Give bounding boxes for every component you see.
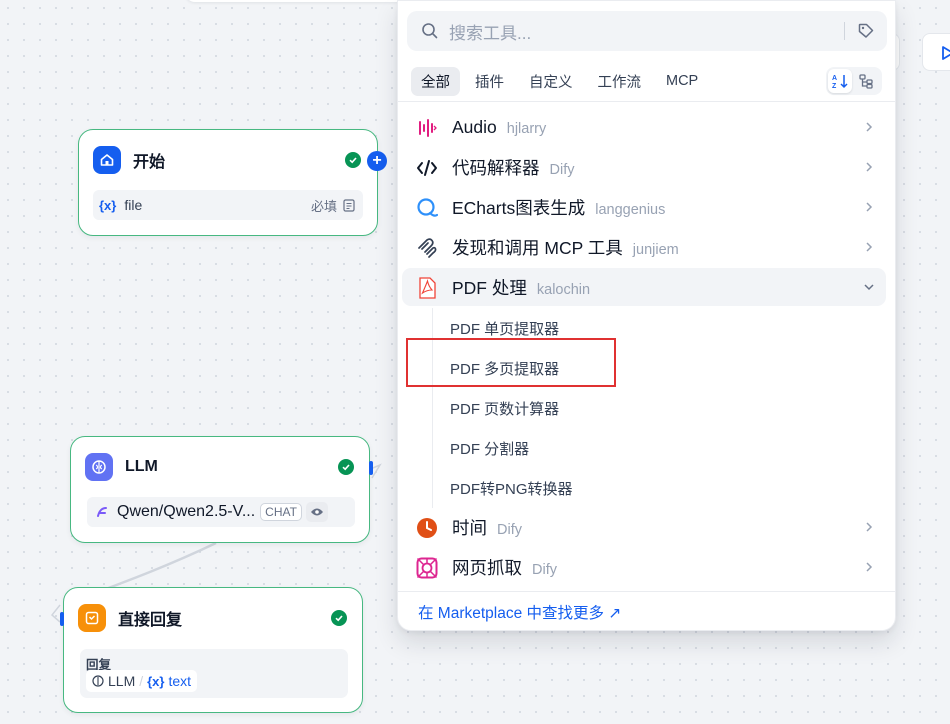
tool-action-pdf-page-count[interactable]: PDF 页数计算器 xyxy=(450,398,559,419)
chevron-right-icon xyxy=(866,522,873,532)
web-scraper-tool-icon xyxy=(416,557,438,579)
tool-name: 代码解释器 xyxy=(452,157,540,178)
chevron-right-icon xyxy=(866,162,873,172)
tool-row-echarts[interactable]: ECharts图表生成 langgenius xyxy=(402,188,886,226)
llm-node-title: LLM xyxy=(125,458,158,475)
model-name: Qwen/Qwen2.5-V... xyxy=(117,503,256,520)
tool-name: 时间 xyxy=(452,517,487,538)
pdf-tool-icon xyxy=(416,277,438,299)
tool-row-pdf[interactable]: PDF 处理 kalochin xyxy=(402,268,886,306)
success-check-icon xyxy=(331,610,347,626)
tool-author: hjlarry xyxy=(506,120,547,137)
variable-icon: {x} xyxy=(147,673,165,689)
ref-node-name: LLM xyxy=(108,673,136,689)
tag-icon[interactable] xyxy=(857,22,875,40)
workflow-canvas[interactable]: 开始 {x} file 必填 + LLM Qwen/Qwen2.5-V... C… xyxy=(0,0,950,724)
tool-action-pdf-single-page[interactable]: PDF 单页提取器 xyxy=(450,318,559,339)
play-icon xyxy=(942,46,950,60)
search-icon xyxy=(422,23,438,39)
output-handle[interactable] xyxy=(369,461,373,475)
tool-author: langgenius xyxy=(595,201,666,218)
answer-icon xyxy=(78,604,106,632)
footer-divider xyxy=(398,591,895,592)
required-label: 必填 xyxy=(310,198,337,214)
search-bar[interactable]: 搜索工具... xyxy=(407,11,887,51)
variable-name: file xyxy=(124,197,143,213)
highlight-box xyxy=(406,338,616,387)
svg-text:Z: Z xyxy=(832,83,837,90)
document-icon xyxy=(343,198,355,212)
tool-author: Dify xyxy=(549,161,575,178)
model-selector[interactable]: Qwen/Qwen2.5-V... CHAT xyxy=(87,497,355,527)
mcp-tool-icon xyxy=(416,237,438,259)
tool-name: ECharts图表生成 xyxy=(452,197,586,218)
chat-mode-badge: CHAT xyxy=(260,503,302,521)
ref-variable-name: text xyxy=(168,673,192,689)
brain-icon xyxy=(85,453,113,481)
variable-reference: LLM / {x} text xyxy=(86,670,198,692)
tool-name: 网页抓取 xyxy=(452,557,522,578)
vision-icon xyxy=(305,502,328,522)
tool-name: PDF 处理 xyxy=(452,277,527,298)
run-button[interactable] xyxy=(922,33,950,71)
tool-row-time[interactable]: 时间 Dify xyxy=(402,508,886,546)
echarts-tool-icon xyxy=(416,197,438,219)
sort-az-icon[interactable]: AZ xyxy=(828,69,852,93)
llm-node[interactable]: LLM Qwen/Qwen2.5-V... CHAT xyxy=(70,436,370,543)
variable-icon: {x} xyxy=(99,197,117,213)
tool-action-pdf-splitter[interactable]: PDF 分割器 xyxy=(450,438,529,459)
answer-node-title: 直接回复 xyxy=(118,612,183,629)
start-node[interactable]: 开始 {x} file 必填 xyxy=(78,129,378,236)
chevron-right-icon xyxy=(866,122,873,132)
clock-tool-icon xyxy=(416,517,438,539)
success-check-icon xyxy=(338,459,354,475)
tool-name: 发现和调用 MCP 工具 xyxy=(452,237,623,258)
svg-text:A: A xyxy=(832,75,837,82)
tool-row-code-interpreter[interactable]: 代码解释器 Dify xyxy=(402,148,886,186)
tool-author: junjiem xyxy=(632,241,679,258)
answer-content-box[interactable]: 回复 LLM / {x} text xyxy=(80,649,348,698)
tab-custom[interactable]: 自定义 xyxy=(519,67,583,96)
tab-mcp[interactable]: MCP xyxy=(656,69,708,93)
code-tool-icon xyxy=(416,157,438,179)
input-handle[interactable] xyxy=(60,612,64,626)
model-provider-icon xyxy=(97,507,107,517)
tool-row-mcp[interactable]: 发现和调用 MCP 工具 junjiem xyxy=(402,228,886,266)
tool-name: Audio xyxy=(452,116,497,137)
tab-workflow[interactable]: 工作流 xyxy=(588,67,652,96)
chevron-right-icon xyxy=(866,242,873,252)
audio-tool-icon xyxy=(416,117,438,139)
tab-all[interactable]: 全部 xyxy=(411,66,460,96)
success-check-icon xyxy=(345,152,361,168)
tab-plugins[interactable]: 插件 xyxy=(465,67,514,96)
search-input[interactable]: 搜索工具... xyxy=(449,19,531,44)
start-node-title: 开始 xyxy=(133,154,166,171)
search-divider xyxy=(844,22,845,40)
edge-fragment xyxy=(50,604,61,623)
category-tabs: 全部 插件 自定义 工作流 MCP xyxy=(411,66,713,96)
chevron-right-icon xyxy=(866,562,873,572)
llm-ref-icon xyxy=(92,675,104,687)
tabs-divider xyxy=(398,101,895,102)
tool-author: Dify xyxy=(497,521,522,538)
tool-picker-dropdown: 搜索工具... 全部 插件 自定义 工作流 MCP AZ Audio hjlarr xyxy=(397,0,896,631)
answer-node[interactable]: 直接回复 回复 LLM / {x} text xyxy=(63,587,363,713)
ref-separator: / xyxy=(139,673,144,689)
chevron-down-icon xyxy=(864,284,874,291)
tool-author: Dify xyxy=(532,561,557,578)
view-toggle: AZ xyxy=(826,67,882,95)
start-variable-row[interactable]: {x} file 必填 xyxy=(93,190,363,220)
tool-row-audio[interactable]: Audio hjlarry xyxy=(402,108,886,146)
tool-row-web-scraper[interactable]: 网页抓取 Dify xyxy=(402,548,886,586)
tree-view-icon[interactable] xyxy=(854,69,878,93)
marketplace-link[interactable]: 在 Marketplace 中查找更多 ↗ xyxy=(418,601,621,623)
add-node-handle[interactable]: + xyxy=(367,151,387,171)
top-toolbar-fragment xyxy=(185,0,415,2)
tool-author: kalochin xyxy=(536,281,591,298)
tool-action-pdf-to-png[interactable]: PDF转PNG转换器 xyxy=(450,478,573,499)
home-icon xyxy=(93,146,121,174)
chevron-right-icon xyxy=(866,202,873,212)
